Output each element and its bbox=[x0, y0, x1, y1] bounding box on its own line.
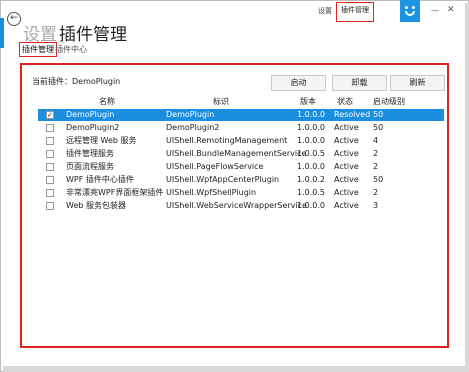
cell-status: Active bbox=[334, 162, 359, 171]
column-header-status[interactable]: 状态 bbox=[337, 96, 353, 107]
cell-name: 插件管理服务 bbox=[66, 149, 114, 158]
cell-name: DemoPlugin bbox=[66, 110, 115, 119]
tab-plugin-management[interactable]: 插件管理 bbox=[19, 42, 57, 57]
cell-version: 1.0.0.0 bbox=[297, 201, 325, 210]
page-title: 插件管理 bbox=[59, 25, 127, 45]
column-header-id[interactable]: 标识 bbox=[213, 96, 229, 107]
cell-version: 1.0.0.0 bbox=[297, 136, 325, 145]
cell-id: DemoPlugin2 bbox=[166, 123, 220, 132]
unload-button[interactable]: 卸载 bbox=[332, 75, 387, 91]
table-row[interactable]: 非常漂亮WPF界面框架插件 UIShell.WpfShellPlugin 1.0… bbox=[38, 187, 444, 199]
cell-id: UIShell.WpfShellPlugin bbox=[166, 188, 257, 197]
cell-status: Active bbox=[334, 123, 359, 132]
column-header-version[interactable]: 版本 bbox=[300, 96, 316, 107]
cell-level: 50 bbox=[373, 175, 384, 184]
top-plugin-management-link[interactable]: 插件管理 bbox=[336, 2, 374, 22]
cell-version: 1.0.0.2 bbox=[297, 175, 325, 184]
breadcrumb-parent[interactable]: 设置 bbox=[23, 20, 57, 45]
row-checkbox[interactable] bbox=[46, 202, 54, 210]
back-arrow-icon[interactable]: ← bbox=[7, 12, 21, 26]
cell-level: 2 bbox=[373, 149, 379, 158]
window-shadow-right bbox=[465, 3, 469, 372]
cell-level: 50 bbox=[373, 110, 384, 119]
top-settings-link[interactable]: 设置 bbox=[318, 6, 332, 16]
row-checkbox[interactable] bbox=[46, 189, 54, 197]
table-row[interactable]: ✓ DemoPlugin DemoPlugin 1.0.0.0 Resolved… bbox=[38, 109, 444, 121]
left-accent-bar bbox=[0, 18, 4, 48]
cell-status: Resolved bbox=[334, 110, 371, 119]
cell-status: Active bbox=[334, 201, 359, 210]
cell-level: 50 bbox=[373, 123, 384, 132]
cell-version: 1.0.0.5 bbox=[297, 149, 325, 158]
smiley-face-icon bbox=[400, 0, 420, 22]
cell-level: 2 bbox=[373, 188, 379, 197]
cell-name: 页面流程服务 bbox=[66, 162, 114, 171]
cell-level: 2 bbox=[373, 162, 379, 171]
tab-plugin-center[interactable]: 插件中心 bbox=[55, 44, 87, 55]
table-row[interactable]: 远程管理 Web 服务 UIShell.RemotingManagement 1… bbox=[38, 135, 444, 147]
row-checkbox[interactable] bbox=[46, 163, 54, 171]
row-checkbox[interactable] bbox=[46, 124, 54, 132]
cell-status: Active bbox=[334, 188, 359, 197]
cell-name: 远程管理 Web 服务 bbox=[66, 136, 137, 145]
cell-status: Active bbox=[334, 175, 359, 184]
table-row[interactable]: DemoPlugin2 DemoPlugin2 1.0.0.0 Active 5… bbox=[38, 122, 444, 134]
cell-name: Web 服务包装器 bbox=[66, 201, 126, 210]
row-checkbox[interactable] bbox=[46, 176, 54, 184]
cell-name: 非常漂亮WPF界面框架插件 bbox=[66, 188, 164, 197]
start-button[interactable]: 启动 bbox=[271, 75, 326, 91]
column-header-name[interactable]: 名称 bbox=[99, 96, 115, 107]
minimize-icon[interactable]: — bbox=[431, 6, 439, 15]
row-checkbox[interactable]: ✓ bbox=[46, 111, 54, 119]
cell-version: 1.0.0.0 bbox=[297, 162, 325, 171]
cell-level: 4 bbox=[373, 136, 379, 145]
cell-status: Active bbox=[334, 149, 359, 158]
cell-id: DemoPlugin bbox=[166, 110, 215, 119]
cell-id: UIShell.RemotingManagement bbox=[166, 136, 288, 145]
current-plugin-label: 当前插件：DemoPlugin bbox=[32, 77, 121, 86]
cell-name: WPF 插件中心插件 bbox=[66, 175, 134, 184]
cell-version: 1.0.0.5 bbox=[297, 188, 325, 197]
cell-version: 1.0.0.0 bbox=[297, 110, 325, 119]
cell-id: UIShell.WpfAppCenterPlugin bbox=[166, 175, 280, 184]
cell-version: 1.0.0.0 bbox=[297, 123, 325, 132]
row-checkbox[interactable] bbox=[46, 150, 54, 158]
cell-status: Active bbox=[334, 136, 359, 145]
table-row[interactable]: WPF 插件中心插件 UIShell.WpfAppCenterPlugin 1.… bbox=[38, 174, 444, 186]
cell-id: UIShell.BundleManagementService bbox=[166, 149, 307, 158]
cell-name: DemoPlugin2 bbox=[66, 123, 120, 132]
cell-level: 3 bbox=[373, 201, 379, 210]
column-header-start-level[interactable]: 启动级别 bbox=[373, 96, 405, 107]
row-checkbox[interactable] bbox=[46, 137, 54, 145]
cell-id: UIShell.PageFlowService bbox=[166, 162, 264, 171]
close-icon[interactable]: ✕ bbox=[447, 5, 455, 15]
refresh-button[interactable]: 刷新 bbox=[390, 75, 445, 91]
table-row[interactable]: 插件管理服务 UIShell.BundleManagementService 1… bbox=[38, 148, 444, 160]
table-row[interactable]: Web 服务包装器 UIShell.WebServiceWrapperServi… bbox=[38, 200, 444, 212]
cell-id: UIShell.WebServiceWrapperService bbox=[166, 201, 307, 210]
window-shadow-bottom bbox=[3, 366, 469, 372]
table-row[interactable]: 页面流程服务 UIShell.PageFlowService 1.0.0.0 A… bbox=[38, 161, 444, 173]
